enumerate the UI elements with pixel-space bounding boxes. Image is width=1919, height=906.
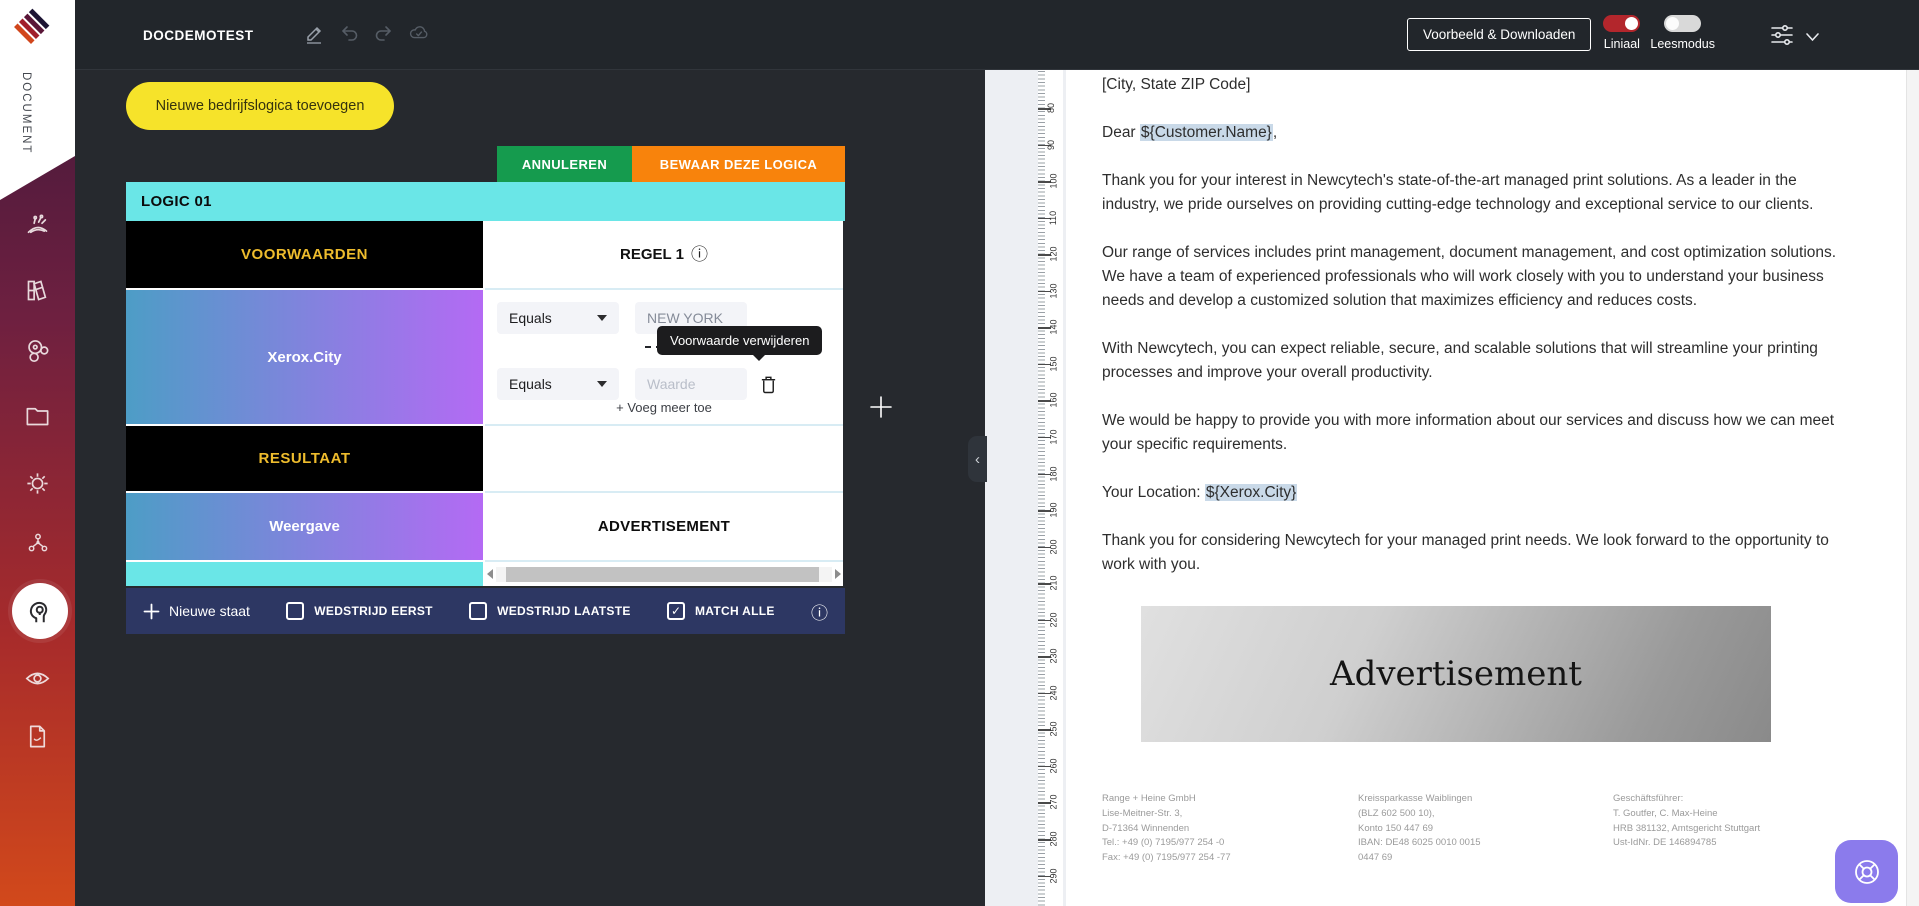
condition-value-input[interactable] bbox=[635, 368, 747, 400]
paragraph: Thank you for considering Newcytech for … bbox=[1102, 529, 1839, 577]
new-state-button[interactable]: Nieuwe staat bbox=[143, 603, 250, 620]
document-title: DOCDEMOTEST bbox=[143, 28, 254, 43]
result-editor bbox=[485, 426, 843, 493]
readmode-toggle-label: Leesmodus bbox=[1650, 37, 1715, 51]
advertisement-image: Advertisement bbox=[1141, 606, 1771, 742]
sidebar-item-business-logic[interactable] bbox=[12, 583, 68, 639]
preview-eye-icon[interactable] bbox=[24, 665, 51, 692]
display-field-label: Weergave bbox=[126, 493, 485, 562]
lifebuoy-icon bbox=[1850, 855, 1884, 889]
add-element-button[interactable] bbox=[869, 395, 893, 419]
workflow-nodes-icon[interactable] bbox=[27, 532, 49, 554]
address-line: [City, State ZIP Code] bbox=[1102, 73, 1839, 97]
operator-select[interactable]: Equals bbox=[497, 368, 619, 400]
logic-card-title: LOGIC 01 bbox=[126, 182, 845, 221]
match-last-option[interactable]: WEDSTRIJD LAATSTE bbox=[469, 602, 631, 620]
horizontal-scrollbar bbox=[485, 562, 843, 586]
cancel-button[interactable]: ANNULEREN bbox=[497, 146, 632, 182]
readmode-toggle[interactable] bbox=[1664, 15, 1701, 32]
scrollbar-thumb[interactable] bbox=[506, 567, 818, 582]
paragraph: Thank you for your interest in Newcytech… bbox=[1102, 169, 1839, 217]
vertical-ruler: 8090100110120130140150160170180190200210… bbox=[1038, 70, 1063, 906]
redo-icon[interactable] bbox=[373, 22, 395, 46]
chevron-down-icon[interactable] bbox=[1805, 29, 1820, 47]
match-first-option[interactable]: WEDSTRIJD EERST bbox=[286, 602, 433, 620]
paragraph: Our range of services includes print man… bbox=[1102, 241, 1839, 313]
settings-gear-icon[interactable] bbox=[24, 470, 51, 497]
save-logic-button[interactable]: BEWAAR DEZE LOGICA bbox=[632, 146, 845, 182]
footer-column: Range + Heine GmbHLise-Meitner-Str. 3,D-… bbox=[1102, 792, 1358, 866]
operator-select[interactable]: Equals bbox=[497, 302, 619, 334]
match-all-option[interactable]: ✓ MATCH ALLE bbox=[667, 602, 775, 620]
document-preview-area: 8090100110120130140150160170180190200210… bbox=[985, 70, 1919, 906]
plus-icon: + bbox=[616, 400, 624, 415]
table-footer-strip bbox=[126, 562, 485, 586]
paragraph: We would be happy to provide you with mo… bbox=[1102, 409, 1839, 457]
collapse-panel-handle[interactable]: ‹ bbox=[968, 436, 987, 482]
sidebar-top-panel: DOCUMENT bbox=[0, 0, 75, 200]
logic-footer-bar: Nieuwe staat WEDSTRIJD EERST WEDSTRIJD L… bbox=[126, 588, 845, 634]
paragraph: With Newcytech, you can expect reliable,… bbox=[1102, 337, 1839, 385]
letter-content: [City, State ZIP Code] Dear ${Customer.N… bbox=[1102, 73, 1839, 866]
vertical-scrollbar-track[interactable] bbox=[1906, 70, 1919, 906]
conditions-header: VOORWAARDEN bbox=[126, 221, 485, 290]
settings-sliders-icon[interactable] bbox=[1769, 22, 1796, 53]
logic-panel: Nieuwe bedrijfslogica toevoegen ANNULERE… bbox=[75, 70, 985, 906]
folder-icon[interactable] bbox=[24, 402, 51, 429]
color-palette-icon[interactable] bbox=[24, 277, 51, 304]
head-bulb-icon bbox=[25, 596, 55, 626]
edit-pencil-icon[interactable] bbox=[303, 22, 325, 46]
app-window: DOCUMENT bbox=[0, 0, 1919, 906]
undo-icon[interactable] bbox=[338, 22, 360, 46]
molecule-icon[interactable] bbox=[24, 337, 51, 364]
letterhead-footer: Range + Heine GmbHLise-Meitner-Str. 3,D-… bbox=[1102, 792, 1839, 866]
display-value: ADVERTISEMENT bbox=[485, 493, 843, 562]
scroll-left-arrow[interactable] bbox=[487, 569, 493, 579]
condition-editor: Equals Voorwaarde verwijderen Equals bbox=[485, 290, 843, 426]
delete-condition-tooltip: Voorwaarde verwijderen bbox=[657, 326, 822, 355]
sidebar: DOCUMENT bbox=[0, 0, 75, 906]
delete-condition-button[interactable] bbox=[759, 374, 778, 395]
document-page[interactable]: [City, State ZIP Code] Dear ${Customer.N… bbox=[1066, 70, 1919, 906]
cloud-saved-icon[interactable] bbox=[408, 22, 430, 46]
help-button[interactable] bbox=[1835, 840, 1898, 903]
location-line: Your Location: ${Xerox.City} bbox=[1102, 481, 1839, 505]
checkbox[interactable]: ✓ bbox=[667, 602, 685, 620]
salutation-line: Dear ${Customer.Name}, bbox=[1102, 121, 1839, 145]
match-info-icon[interactable]: ⓘ bbox=[811, 599, 828, 624]
add-more-condition[interactable]: + Voeg meer toe bbox=[485, 400, 843, 415]
logic-card: LOGIC 01 VOORWAARDEN REGEL 1 ⓘ Xerox.Cit… bbox=[126, 182, 845, 586]
design-brush-icon[interactable] bbox=[24, 212, 51, 239]
footer-column: Geschäftsführer:T. Goutfer, C. Max-Heine… bbox=[1613, 792, 1760, 866]
footer-column: Kreissparkasse Waiblingen(BLZ 602 500 10… bbox=[1358, 792, 1613, 866]
xerox-city-variable[interactable]: ${Xerox.City} bbox=[1205, 484, 1297, 501]
result-header: RESULTAAT bbox=[126, 426, 485, 493]
caret-down-icon bbox=[597, 315, 607, 321]
pdf-document-icon[interactable] bbox=[24, 723, 51, 750]
preview-download-button[interactable]: Voorbeeld & Downloaden bbox=[1407, 18, 1591, 51]
rule-info-icon[interactable]: ⓘ bbox=[691, 246, 708, 263]
condition-field-label: Xerox.City bbox=[126, 290, 485, 426]
rule-header: REGEL 1 ⓘ bbox=[485, 221, 843, 290]
checkbox[interactable] bbox=[469, 602, 487, 620]
scrollbar-track[interactable] bbox=[496, 567, 832, 582]
caret-down-icon bbox=[597, 381, 607, 387]
topbar: DOCDEMOTEST bbox=[75, 0, 1919, 70]
trash-icon bbox=[759, 374, 778, 395]
ruler-toggle[interactable] bbox=[1603, 15, 1640, 32]
plus-icon bbox=[143, 603, 160, 620]
ruler-ticks bbox=[1038, 71, 1045, 906]
scroll-right-arrow[interactable] bbox=[835, 569, 841, 579]
sidebar-section-label: DOCUMENT bbox=[20, 72, 32, 154]
condition-row: Equals bbox=[497, 368, 843, 400]
advertisement-text: Advertisement bbox=[1330, 662, 1582, 686]
add-business-logic-button[interactable]: Nieuwe bedrijfslogica toevoegen bbox=[126, 82, 394, 130]
ruler-toggle-label: Liniaal bbox=[1604, 37, 1640, 51]
checkbox[interactable] bbox=[286, 602, 304, 620]
app-logo-icon bbox=[11, 7, 51, 51]
customer-name-variable[interactable]: ${Customer.Name} bbox=[1140, 124, 1273, 141]
